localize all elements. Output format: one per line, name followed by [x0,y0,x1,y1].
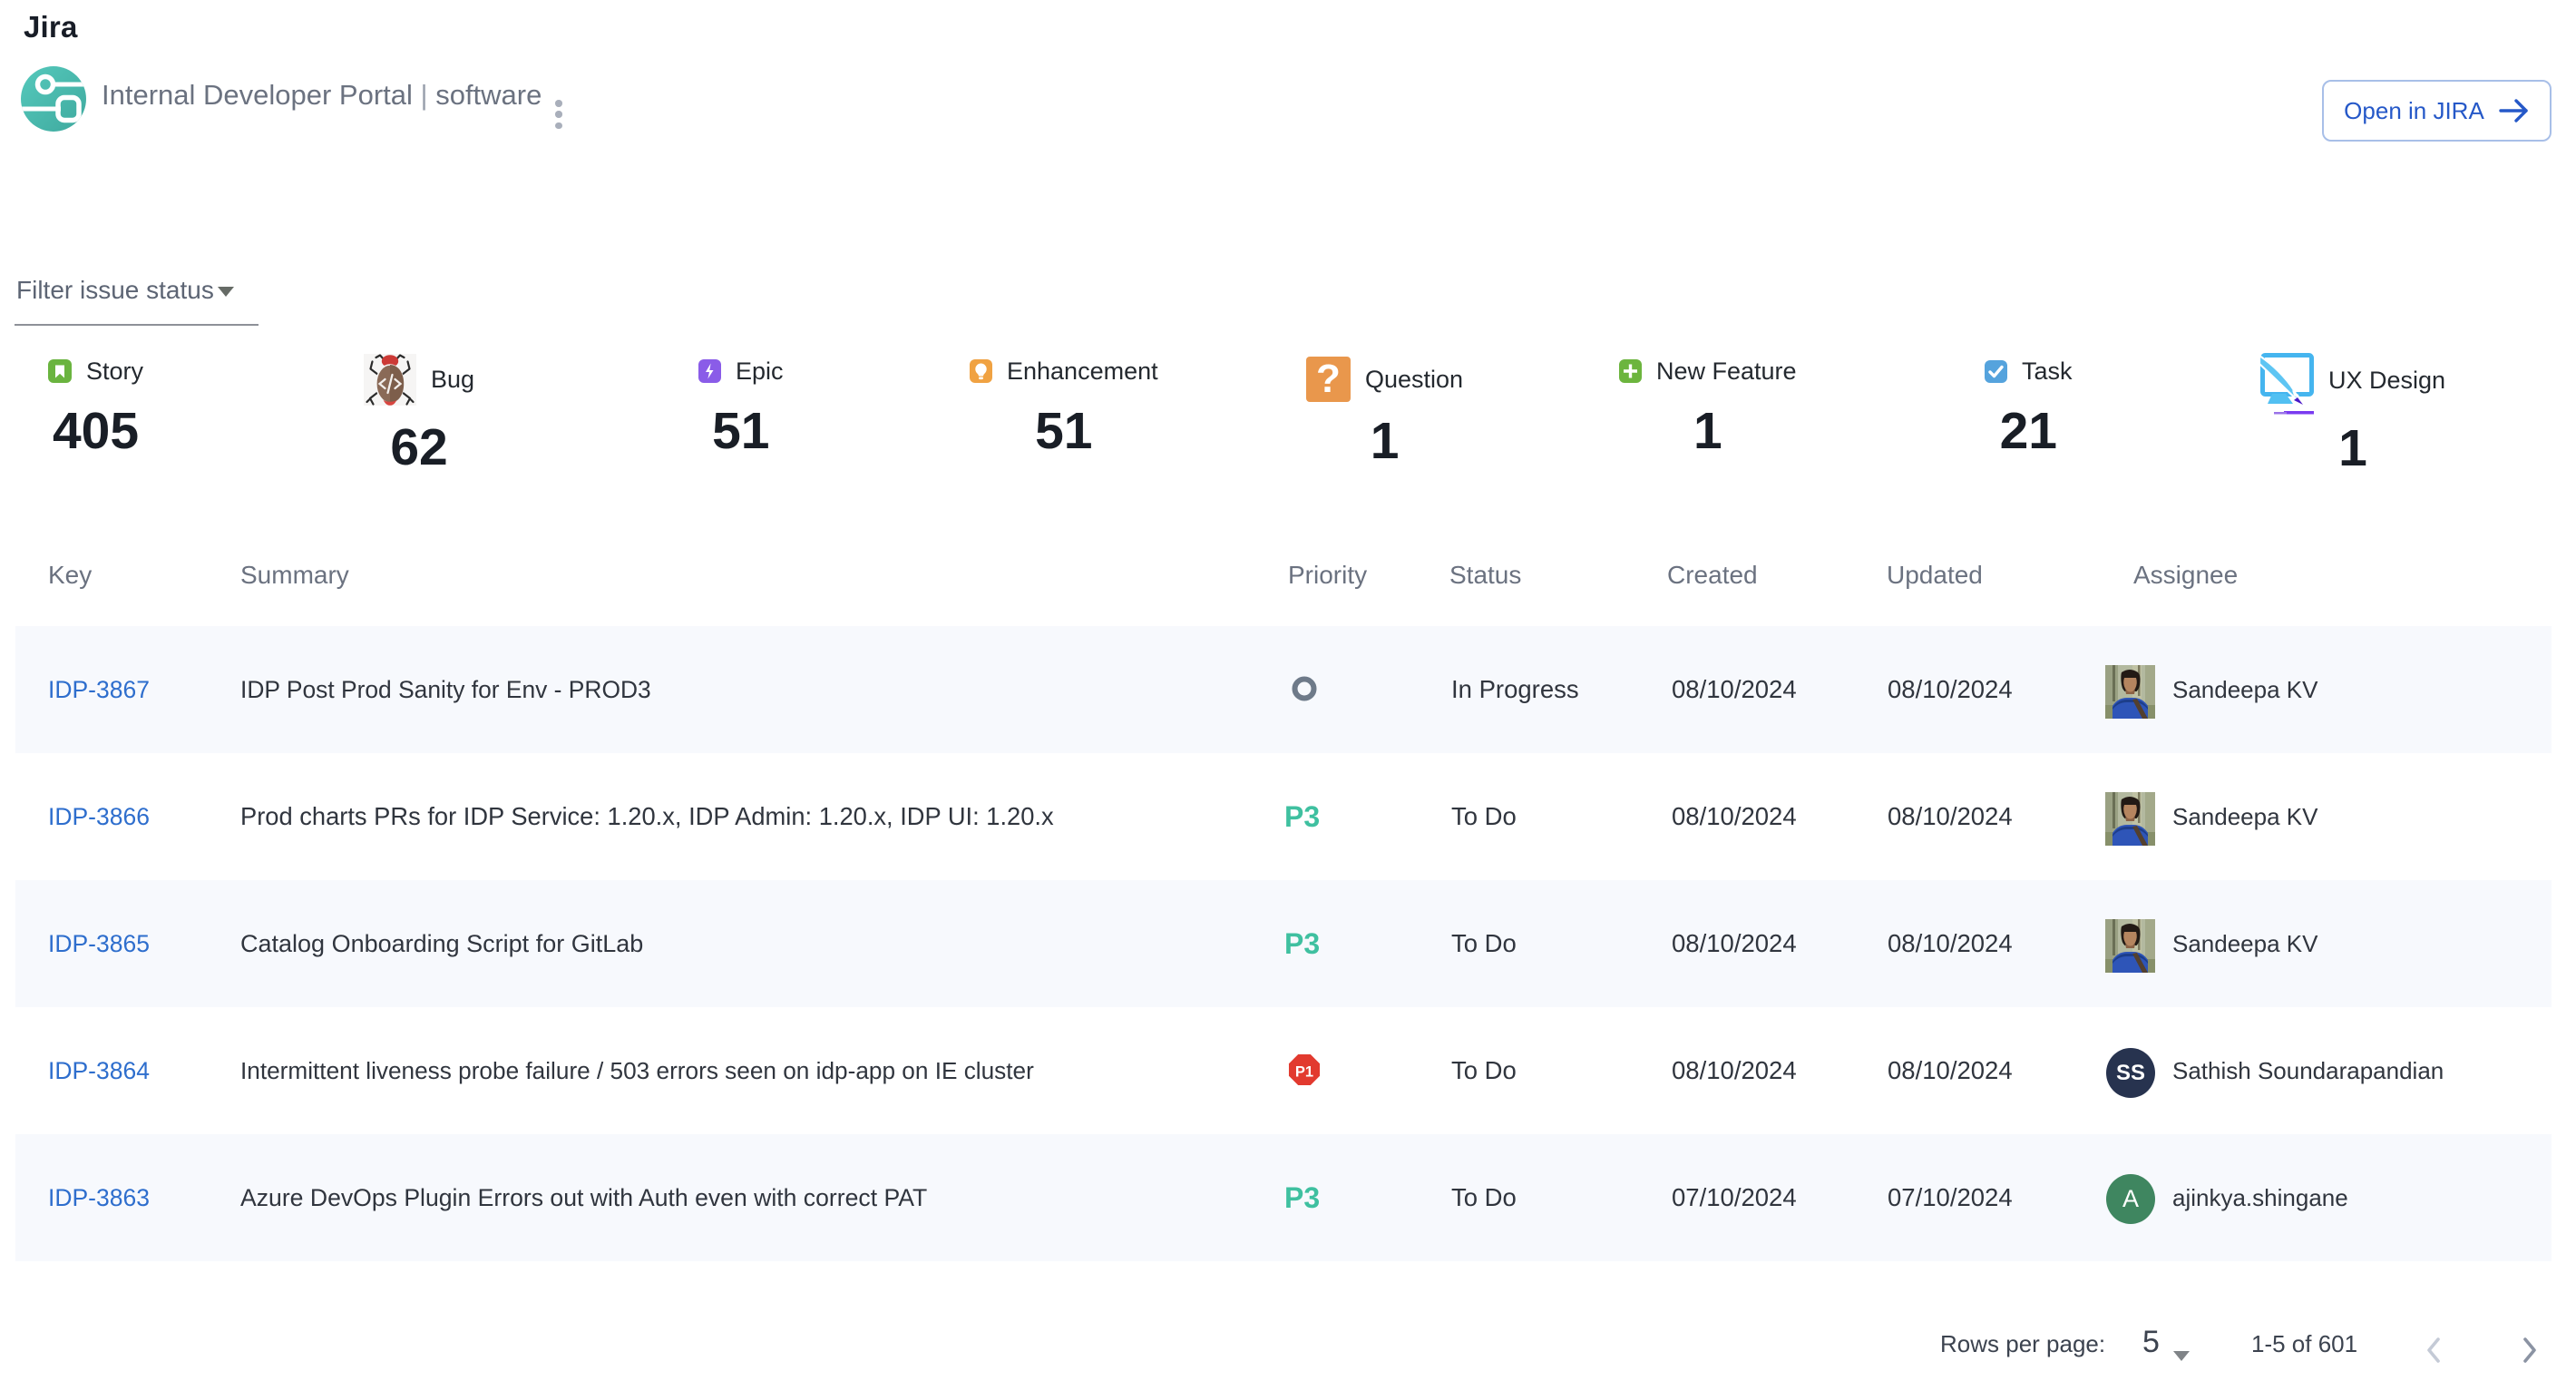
svg-text:P1: P1 [1295,1063,1313,1080]
svg-text:?: ? [1316,357,1341,401]
